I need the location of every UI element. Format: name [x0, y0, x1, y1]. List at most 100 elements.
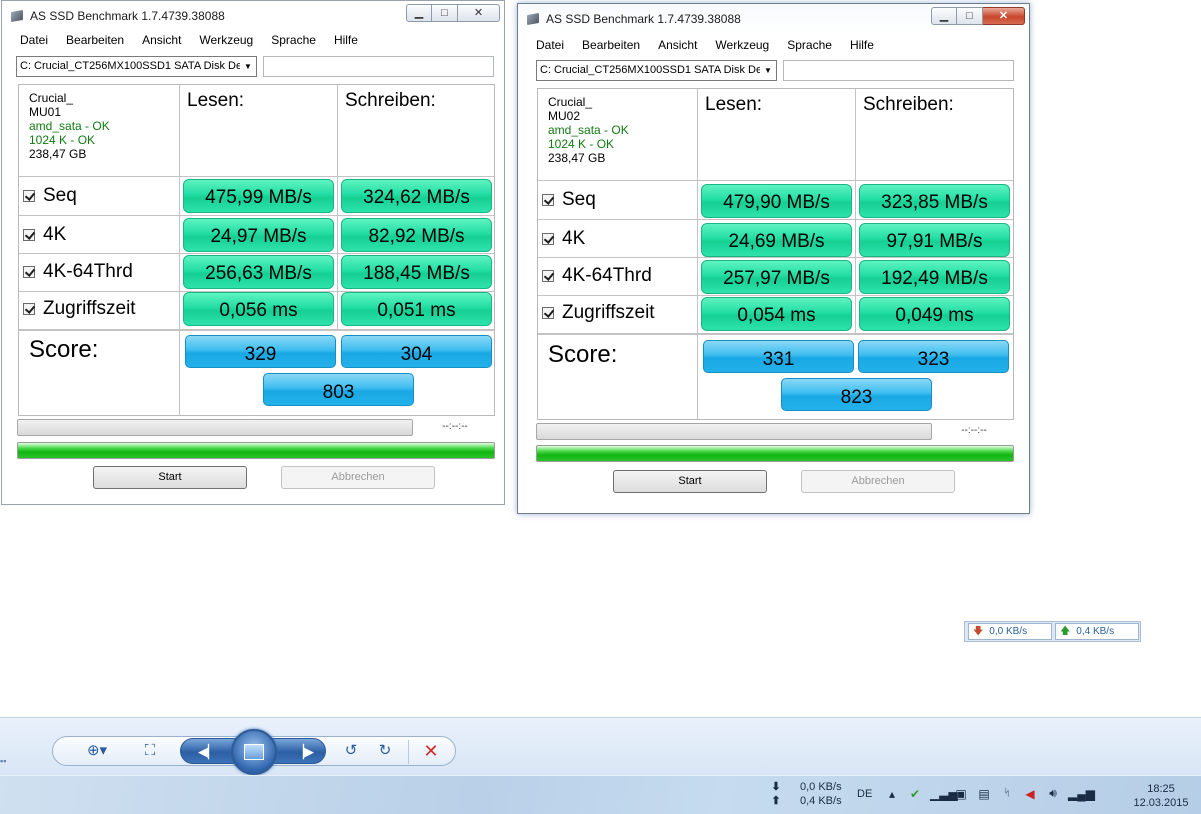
menu-bearbeiten[interactable]: Bearbeiten — [66, 31, 124, 51]
menu-sprache[interactable]: Sprache — [787, 36, 832, 56]
access-write-value: 0,051 ms — [341, 292, 492, 326]
maximize-button[interactable]: □ — [432, 4, 458, 22]
show-hidden-icons-icon[interactable]: ▴ — [884, 787, 900, 801]
row-label: Zugriffszeit — [562, 302, 655, 323]
title-bar[interactable]: AS SSD Benchmark 1.7.4739.38088 ▁ □ ✕ — [518, 4, 1029, 33]
checkbox-checked-icon[interactable] — [542, 270, 554, 282]
signal-bars-icon[interactable]: ▁▃▅ — [930, 787, 958, 801]
window-title: AS SSD Benchmark 1.7.4739.38088 — [546, 11, 741, 26]
drive-info: Crucial_ MU02 amd_sata - OK 1024 K - OK … — [548, 95, 629, 165]
start-button[interactable]: Start — [93, 466, 247, 489]
menu-sprache[interactable]: Sprache — [271, 31, 316, 51]
menu-hilfe[interactable]: Hilfe — [334, 31, 358, 51]
overall-progress-bar — [536, 445, 1014, 462]
checkbox-checked-icon[interactable] — [23, 229, 35, 241]
checkbox-checked-icon[interactable] — [23, 266, 35, 278]
title-bar[interactable]: AS SSD Benchmark 1.7.4739.38088 ▁ □ ✕ — [2, 1, 504, 30]
network-signal-icon[interactable]: ▂▄▆ — [1068, 787, 1095, 801]
driver-status: amd_sata - OK — [29, 119, 110, 133]
score-write: 304 — [341, 335, 492, 368]
menu-datei[interactable]: Datei — [20, 31, 48, 51]
benchmark-window-1: AS SSD Benchmark 1.7.4739.38088 ▁ □ ✕ Da… — [1, 0, 505, 505]
row-4k[interactable]: 4K — [542, 228, 585, 250]
menu-werkzeug[interactable]: Werkzeug — [715, 36, 769, 56]
abort-button[interactable]: Abbrechen — [801, 470, 955, 493]
fit-to-window-icon[interactable]: ⛶ — [136, 737, 164, 765]
maximize-button[interactable]: □ — [957, 7, 983, 25]
row-label: 4K-64Thrd — [562, 265, 652, 286]
tray-app-icon[interactable]: ᛋ — [999, 788, 1015, 799]
read-header: Lesen: — [187, 90, 245, 111]
checkbox-checked-icon[interactable] — [542, 233, 554, 245]
upload-value: 0,4 KB/s — [1076, 626, 1115, 637]
row-label: 4K — [562, 228, 586, 249]
benchmark-window-2: AS SSD Benchmark 1.7.4739.38088 ▁ □ ✕ Da… — [517, 3, 1030, 514]
security-icon[interactable]: ▤ — [976, 787, 992, 801]
menu-ansicht[interactable]: Ansicht — [658, 36, 697, 56]
taskbar-upload-rate: 0,4 KB/s — [800, 795, 842, 807]
speaker-icon[interactable]: 🔊︎ — [1045, 786, 1061, 801]
write-header: Schreiben: — [863, 94, 954, 115]
sync-check-icon[interactable]: ✔ — [907, 787, 923, 801]
menu-bearbeiten[interactable]: Bearbeiten — [582, 36, 640, 56]
row-zugriffszeit[interactable]: Zugriffszeit — [23, 298, 136, 320]
checkbox-checked-icon[interactable] — [23, 190, 35, 202]
menu-datei[interactable]: Datei — [536, 36, 564, 56]
drive-firmware: MU01 — [29, 105, 62, 119]
checkbox-checked-icon[interactable] — [542, 194, 554, 206]
drive-select[interactable]: C: Crucial_CT256MX100SSD1 SATA Disk Devi… — [536, 60, 777, 81]
window-title: AS SSD Benchmark 1.7.4739.38088 — [30, 8, 225, 23]
next-icon[interactable]: ▕▶ — [294, 744, 314, 760]
start-button[interactable]: Start — [613, 470, 767, 493]
checkbox-checked-icon[interactable] — [23, 303, 35, 315]
clock[interactable]: 18:25 12.03.2015 — [1128, 782, 1194, 810]
menu-hilfe[interactable]: Hilfe — [850, 36, 874, 56]
access-read-value: 0,054 ms — [701, 297, 852, 331]
slideshow-button[interactable] — [231, 729, 277, 775]
previous-icon[interactable]: ◀▏ — [198, 744, 218, 760]
toolbar-separator — [408, 740, 409, 764]
menu-ansicht[interactable]: Ansicht — [142, 31, 181, 51]
drive-select[interactable]: C: Crucial_CT256MX100SSD1 SATA Disk Devi… — [16, 56, 257, 77]
volume-muted-icon[interactable]: ◀ — [1022, 787, 1038, 801]
arrow-up-icon: 🡅 — [1060, 626, 1071, 637]
driver-status: amd_sata - OK — [548, 123, 629, 137]
drive-select-value: C: Crucial_CT256MX100SSD1 SATA Disk Devi… — [20, 60, 257, 72]
seq-read-value: 479,90 MB/s — [701, 184, 852, 218]
zoom-icon[interactable]: ⊕▾ — [80, 737, 114, 765]
row-4k[interactable]: 4K — [23, 224, 66, 246]
minimize-button[interactable]: ▁ — [406, 4, 432, 22]
delete-icon[interactable]: ✕ — [417, 737, 445, 765]
close-button[interactable]: ✕ — [983, 7, 1025, 25]
abort-button[interactable]: Abbrechen — [281, 466, 435, 489]
checkbox-checked-icon[interactable] — [542, 307, 554, 319]
score-label: Score: — [548, 341, 618, 368]
row-seq[interactable]: Seq — [542, 189, 596, 211]
picture-icon — [244, 744, 264, 760]
app-icon — [10, 9, 24, 23]
drive-icon[interactable]: ▣ — [953, 787, 969, 801]
clock-time: 18:25 — [1147, 783, 1175, 795]
language-indicator[interactable]: DE — [857, 788, 872, 800]
rotate-right-icon[interactable]: ↻ — [371, 737, 399, 765]
row-seq[interactable]: Seq — [23, 185, 77, 207]
overall-progress-bar — [17, 442, 495, 459]
row-zugriffszeit[interactable]: Zugriffszeit — [542, 302, 655, 324]
minimize-button[interactable]: ▁ — [931, 7, 957, 25]
row-4k-64thrd[interactable]: 4K-64Thrd — [23, 261, 133, 283]
menu-werkzeug[interactable]: Werkzeug — [199, 31, 253, 51]
4k-read-value: 24,69 MB/s — [701, 223, 852, 257]
score-read: 329 — [185, 335, 336, 368]
rotate-left-icon[interactable]: ↺ — [337, 737, 365, 765]
arrow-up-icon: ⬆ — [771, 795, 781, 807]
chevron-down-icon: ▼ — [240, 57, 256, 76]
row-4k-64thrd[interactable]: 4K-64Thrd — [542, 265, 652, 287]
access-write-value: 0,049 ms — [859, 297, 1010, 331]
row-label: 4K — [43, 224, 67, 245]
clock-date: 12.03.2015 — [1133, 797, 1189, 809]
close-button[interactable]: ✕ — [458, 4, 500, 22]
4k64-write-value: 192,49 MB/s — [859, 260, 1010, 294]
4k64-read-value: 257,97 MB/s — [701, 260, 852, 294]
drive-info-box — [783, 60, 1014, 81]
drive-firmware: MU02 — [548, 109, 581, 123]
